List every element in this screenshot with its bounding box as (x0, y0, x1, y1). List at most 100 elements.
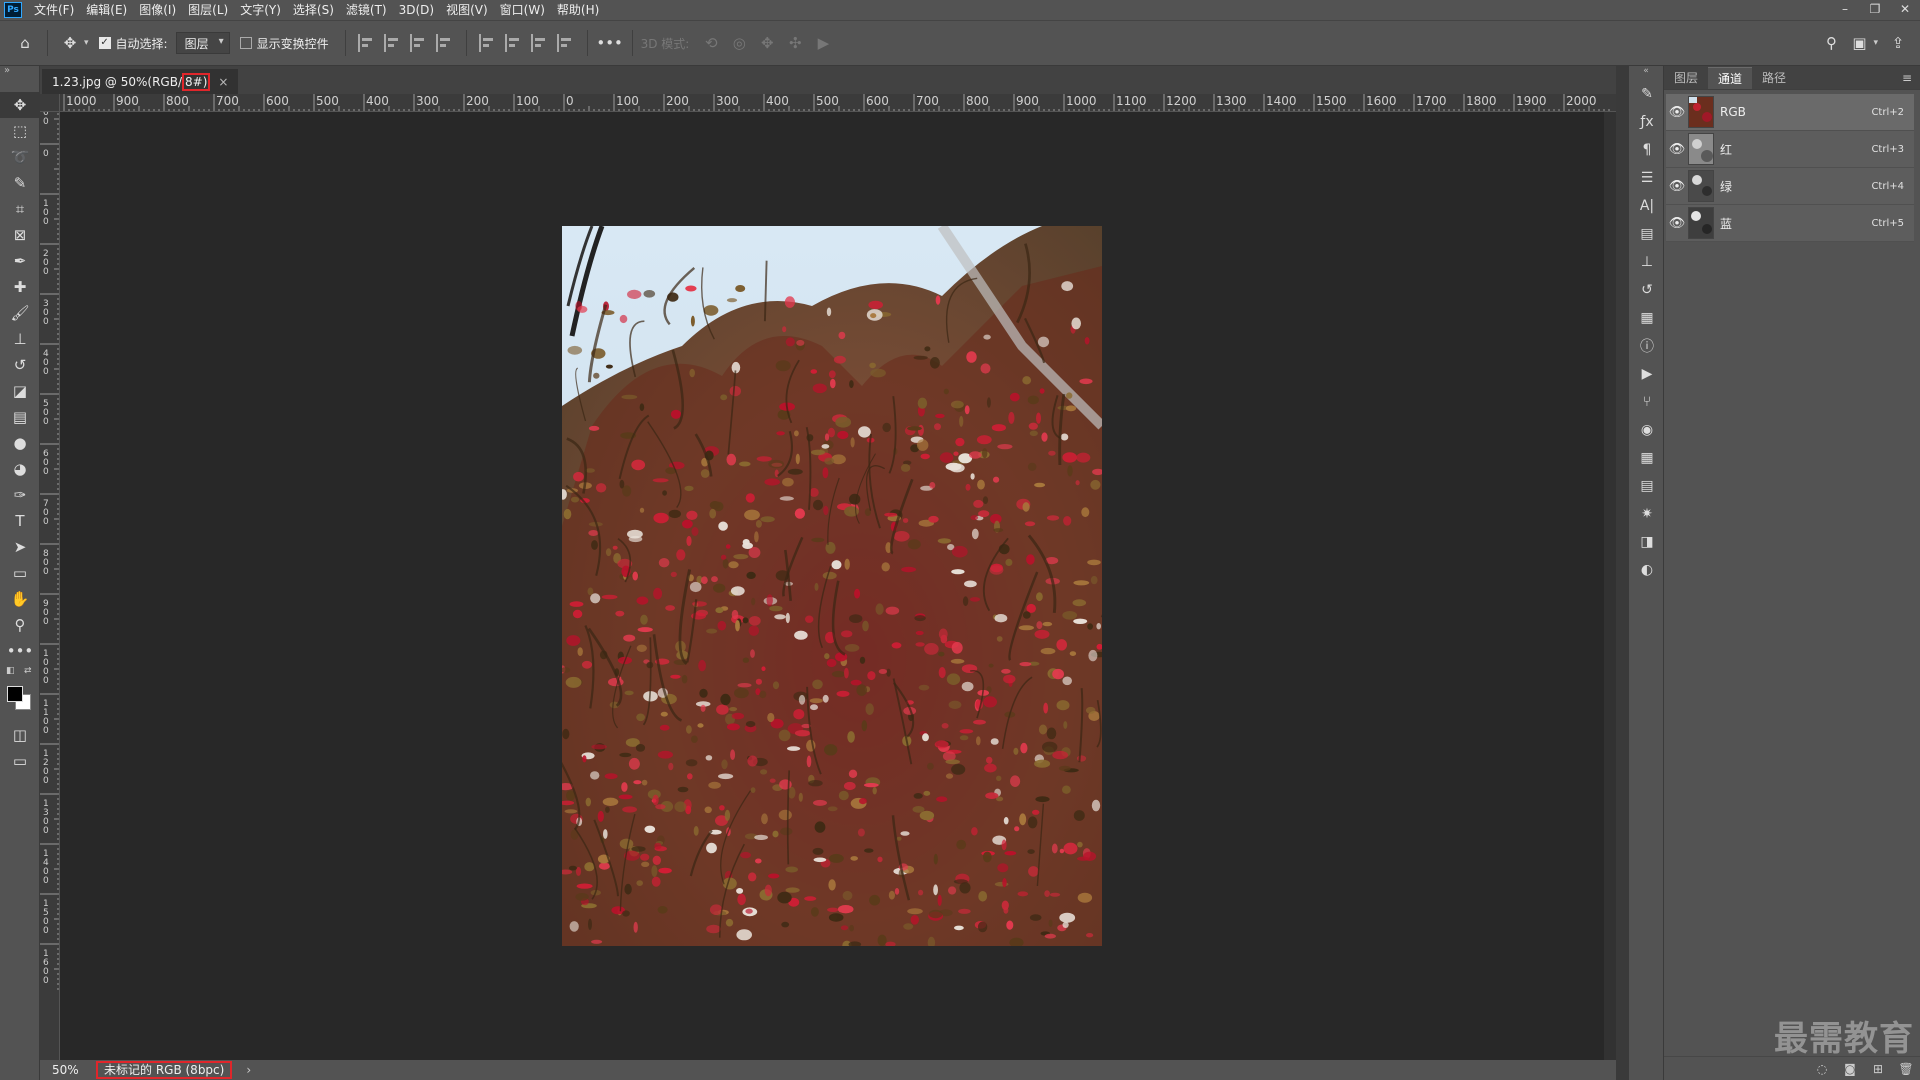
frame-tool-icon[interactable]: ⊠ (0, 222, 40, 248)
styles-icon[interactable]: ◐ (1629, 556, 1665, 584)
3d-camera-icon[interactable]: ▶ (812, 32, 834, 54)
menu-image[interactable]: 图像(I) (133, 0, 182, 20)
navigator-icon[interactable]: ✷ (1629, 500, 1665, 528)
timeline-icon[interactable]: ⑂ (1629, 388, 1665, 416)
home-icon[interactable]: ⌂ (14, 32, 36, 54)
libraries-icon[interactable]: ◨ (1629, 528, 1665, 556)
quick-select-tool-icon[interactable]: ✎ (0, 170, 40, 196)
hand-tool-icon[interactable]: ✋ (0, 586, 40, 612)
rectangle-tool-icon[interactable]: ▭ (0, 560, 40, 586)
tool-preset-chevron-icon[interactable]: ▾ (84, 38, 89, 48)
channel-row-rgb[interactable]: 👁 RGB Ctrl+2 (1666, 94, 1914, 131)
blur-tool-icon[interactable]: ● (0, 430, 40, 456)
more-options-icon[interactable]: ••• (596, 32, 623, 54)
auto-select-checkbox[interactable]: ✓ 自动选择: (98, 35, 168, 52)
adjustments-icon[interactable]: ☰ (1629, 164, 1665, 192)
align-top-icon[interactable] (478, 34, 497, 52)
align-right-icon[interactable] (409, 34, 428, 52)
eraser-tool-icon[interactable]: ◪ (0, 378, 40, 404)
auto-select-dropdown[interactable]: 图层 (175, 32, 230, 54)
tab-channels[interactable]: 通道 (1708, 67, 1753, 89)
history-brush-tool-icon[interactable]: ↺ (0, 352, 40, 378)
menu-select[interactable]: 选择(S) (287, 0, 340, 20)
swap-colors-icon[interactable]: ⇄ (24, 666, 32, 676)
menu-layer[interactable]: 图层(L) (182, 0, 234, 20)
pen-tool-icon[interactable]: ✑ (0, 482, 40, 508)
3d-roll-icon[interactable]: ◎ (728, 32, 750, 54)
default-colors-icon[interactable]: ◧ (6, 666, 15, 676)
menu-help[interactable]: 帮助(H) (551, 0, 605, 20)
document-image[interactable] (562, 226, 1102, 946)
fx-icon[interactable]: ƒx (1629, 108, 1665, 136)
save-selection-icon[interactable]: ◙ (1836, 1062, 1864, 1076)
workspace-chevron-icon[interactable]: ▾ (1873, 38, 1878, 48)
menu-file[interactable]: 文件(F) (28, 0, 80, 20)
move-tool-icon[interactable]: ✥ (0, 92, 40, 118)
tab-layers[interactable]: 图层 (1664, 67, 1708, 89)
marquee-tool-icon[interactable]: ⬚ (0, 118, 40, 144)
collapse-toolbar-icon[interactable]: » (0, 66, 39, 92)
visibility-eye-icon[interactable]: 👁 (1666, 179, 1688, 194)
quick-mask-icon[interactable]: ◫ (0, 722, 40, 748)
channel-row-blue[interactable]: 👁 蓝 Ctrl+5 (1666, 205, 1914, 242)
screen-mode-icon[interactable]: ▭ (0, 748, 40, 774)
move-tool-icon[interactable]: ✥ (59, 32, 81, 54)
zoom-level[interactable]: 50% (40, 1063, 88, 1077)
vertical-ruler[interactable]: 1000100200300400500600700800900100011001… (40, 94, 60, 1060)
new-channel-icon[interactable]: ⊞ (1864, 1062, 1892, 1076)
minimize-icon[interactable]: – (1830, 0, 1860, 20)
share-icon[interactable]: ⇪ (1887, 32, 1909, 54)
swatches-icon[interactable]: ▦ (1629, 444, 1665, 472)
workspace-icon[interactable]: ▣ (1848, 32, 1870, 54)
character-icon[interactable]: A| (1629, 192, 1665, 220)
type-tool-icon[interactable]: T (0, 508, 40, 534)
show-transform-checkbox[interactable]: 显示变换控件 (239, 35, 329, 52)
delete-channel-icon[interactable]: 🗑 (1892, 1062, 1920, 1076)
tab-paths[interactable]: 路径 (1752, 67, 1796, 89)
menu-edit[interactable]: 编辑(E) (80, 0, 133, 20)
lasso-tool-icon[interactable]: ➰ (0, 144, 40, 170)
restore-icon[interactable]: ❐ (1860, 0, 1890, 20)
visibility-eye-icon[interactable]: 👁 (1666, 142, 1688, 157)
horizontal-ruler[interactable]: 1000 900 800 700 600 500 400 300 200 100 0 100 200 30… (60, 94, 1616, 112)
3d-slide-icon[interactable]: ✣ (784, 32, 806, 54)
align-bottom-icon[interactable] (530, 34, 549, 52)
foreground-color-swatch[interactable] (7, 686, 23, 702)
healing-brush-tool-icon[interactable]: ✚ (0, 274, 40, 300)
play-icon[interactable]: ▶ (1629, 360, 1665, 388)
dodge-tool-icon[interactable]: ◕ (0, 456, 40, 482)
panel-menu-icon[interactable]: ≡ (1902, 67, 1920, 89)
align-middle-icon[interactable] (504, 34, 523, 52)
menu-3d[interactable]: 3D(D) (393, 0, 440, 20)
menu-filter[interactable]: 滤镜(T) (340, 0, 393, 20)
properties-icon[interactable]: ▤ (1629, 220, 1665, 248)
document-tab[interactable]: 1.23.jpg @ 50%(RGB/8#) × (42, 69, 239, 94)
crop-tool-icon[interactable]: ⌗ (0, 196, 40, 222)
align-left-icon[interactable] (357, 34, 376, 52)
brush-tool-icon[interactable]: 🖌 (0, 300, 40, 326)
brush-settings-icon[interactable]: ✎ (1629, 80, 1665, 108)
eyedropper-tool-icon[interactable]: ✒ (0, 248, 40, 274)
panel-collapse-strip[interactable] (1616, 66, 1628, 1080)
info-icon[interactable]: ⓘ (1629, 332, 1665, 360)
more-tools-icon[interactable]: ••• (0, 638, 40, 664)
menu-window[interactable]: 窗口(W) (494, 0, 551, 20)
distribute-v-icon[interactable] (556, 34, 575, 52)
channel-row-red[interactable]: 👁 红 Ctrl+3 (1666, 131, 1914, 168)
status-expand-icon[interactable]: › (246, 1063, 251, 1077)
gradient-tool-icon[interactable]: ▤ (0, 404, 40, 430)
vertical-scrollbar[interactable] (1604, 112, 1616, 1060)
3d-orbit-icon[interactable]: ⟲ (700, 32, 722, 54)
align-center-h-icon[interactable] (383, 34, 402, 52)
close-window-icon[interactable]: ✕ (1890, 0, 1920, 20)
clone-stamp-tool-icon[interactable]: ⊥ (0, 326, 40, 352)
3d-pan-icon[interactable]: ✥ (756, 32, 778, 54)
zoom-tool-icon[interactable]: ⚲ (0, 612, 40, 638)
visibility-eye-icon[interactable]: 👁 (1666, 216, 1688, 231)
history-icon[interactable]: ↺ (1629, 276, 1665, 304)
collapse-iconbar-icon[interactable]: « (1629, 66, 1663, 80)
actions-icon[interactable]: ▦ (1629, 304, 1665, 332)
search-icon[interactable]: ⚲ (1820, 32, 1842, 54)
notes-icon[interactable]: ▤ (1629, 472, 1665, 500)
channel-row-green[interactable]: 👁 绿 Ctrl+4 (1666, 168, 1914, 205)
